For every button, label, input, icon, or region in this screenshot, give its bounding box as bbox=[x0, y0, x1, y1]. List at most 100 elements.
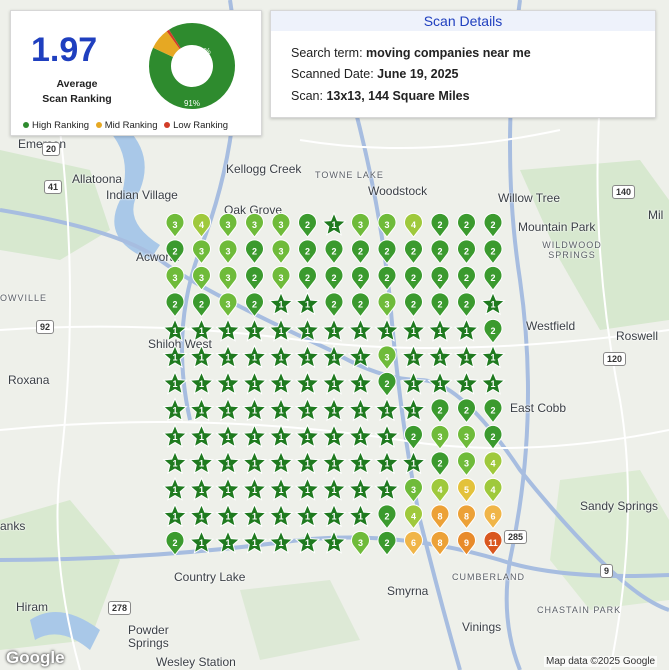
grid-pin[interactable]: 1 bbox=[294, 344, 321, 369]
grid-pin[interactable]: 2 bbox=[245, 239, 264, 265]
grid-pin[interactable]: 1 bbox=[241, 423, 268, 448]
grid-pin[interactable]: 1 bbox=[241, 503, 268, 528]
grid-pin[interactable]: 2 bbox=[298, 265, 317, 291]
grid-pin[interactable]: 1 bbox=[321, 317, 347, 342]
grid-pin[interactable]: 2 bbox=[324, 239, 344, 265]
grid-pin[interactable]: 1 bbox=[321, 370, 347, 395]
grid-pin[interactable]: 2 bbox=[457, 398, 476, 424]
grid-pin[interactable]: 3 bbox=[271, 265, 291, 291]
grid-pin[interactable]: 2 bbox=[165, 239, 185, 265]
grid-pin[interactable]: 2 bbox=[430, 265, 450, 291]
grid-pin[interactable]: 1 bbox=[480, 370, 506, 395]
grid-pin[interactable]: 3 bbox=[351, 530, 370, 556]
grid-pin[interactable]: 1 bbox=[162, 344, 188, 369]
grid-pin[interactable]: 1 bbox=[268, 503, 294, 528]
grid-pin[interactable]: 3 bbox=[457, 451, 476, 477]
grid-pin[interactable]: 1 bbox=[453, 344, 480, 369]
grid-pin[interactable]: 1 bbox=[188, 450, 215, 475]
grid-pin[interactable]: 1 bbox=[215, 397, 241, 422]
grid-pin[interactable]: 2 bbox=[483, 212, 503, 238]
grid-pin[interactable]: 1 bbox=[241, 450, 268, 475]
grid-pin[interactable]: 3 bbox=[218, 292, 238, 318]
grid-pin[interactable]: 1 bbox=[400, 370, 427, 395]
grid-pin[interactable]: 2 bbox=[245, 265, 264, 291]
grid-pin[interactable]: 1 bbox=[480, 344, 506, 369]
grid-pin[interactable]: 2 bbox=[377, 239, 397, 265]
grid-pin[interactable]: 2 bbox=[404, 265, 423, 291]
grid-pin[interactable]: 1 bbox=[294, 370, 321, 395]
grid-pin[interactable]: 4 bbox=[404, 212, 423, 238]
grid-pin[interactable]: 2 bbox=[192, 292, 211, 318]
grid-pin[interactable]: 3 bbox=[245, 212, 264, 238]
grid-pin[interactable]: 2 bbox=[165, 530, 185, 556]
grid-pin[interactable]: 1 bbox=[453, 317, 480, 342]
grid-pin[interactable]: 4 bbox=[192, 212, 211, 238]
grid-pin[interactable]: 1 bbox=[188, 317, 215, 342]
grid-pin[interactable]: 3 bbox=[165, 265, 185, 291]
grid-pin[interactable]: 2 bbox=[430, 239, 450, 265]
grid-pin[interactable]: 1 bbox=[294, 317, 321, 342]
grid-pin[interactable]: 1 bbox=[162, 370, 188, 395]
grid-pin[interactable]: 1 bbox=[188, 370, 215, 395]
grid-pin[interactable]: 1 bbox=[347, 476, 374, 501]
grid-pin[interactable]: 2 bbox=[298, 212, 317, 238]
grid-pin[interactable]: 1 bbox=[400, 344, 427, 369]
grid-pin[interactable]: 1 bbox=[321, 397, 347, 422]
grid-pin[interactable]: 1 bbox=[241, 370, 268, 395]
grid-pin[interactable]: 1 bbox=[215, 423, 241, 448]
grid-pin[interactable]: 1 bbox=[188, 397, 215, 422]
grid-pin[interactable]: 1 bbox=[162, 423, 188, 448]
grid-pin[interactable]: 1 bbox=[162, 317, 188, 342]
grid-pin[interactable]: 1 bbox=[480, 291, 506, 316]
grid-pin[interactable]: 1 bbox=[241, 529, 268, 554]
grid-pin[interactable]: 1 bbox=[215, 370, 241, 395]
grid-pin[interactable]: 1 bbox=[241, 476, 268, 501]
grid-pin[interactable]: 3 bbox=[377, 212, 397, 238]
grid-pin[interactable]: 1 bbox=[241, 344, 268, 369]
google-logo[interactable]: Google bbox=[6, 648, 65, 668]
grid-pin[interactable]: 1 bbox=[215, 503, 241, 528]
grid-pin[interactable]: 1 bbox=[347, 503, 374, 528]
grid-pin[interactable]: 1 bbox=[215, 476, 241, 501]
grid-pin[interactable]: 8 bbox=[457, 504, 476, 530]
grid-pin[interactable]: 1 bbox=[294, 529, 321, 554]
grid-pin[interactable]: 1 bbox=[347, 344, 374, 369]
grid-pin[interactable]: 2 bbox=[324, 292, 344, 318]
grid-pin[interactable]: 1 bbox=[268, 370, 294, 395]
grid-pin[interactable]: 3 bbox=[218, 265, 238, 291]
grid-pin[interactable]: 1 bbox=[453, 370, 480, 395]
grid-pin[interactable]: 1 bbox=[347, 370, 374, 395]
grid-pin[interactable]: 2 bbox=[430, 212, 450, 238]
grid-pin[interactable]: 1 bbox=[162, 450, 188, 475]
grid-pin[interactable]: 1 bbox=[427, 317, 453, 342]
grid-pin[interactable]: 1 bbox=[347, 397, 374, 422]
grid-pin[interactable]: 1 bbox=[188, 476, 215, 501]
grid-pin[interactable]: 6 bbox=[404, 530, 423, 556]
grid-pin[interactable]: 3 bbox=[457, 424, 476, 450]
grid-pin[interactable]: 2 bbox=[377, 265, 397, 291]
grid-pin[interactable]: 1 bbox=[321, 211, 347, 236]
grid-pin[interactable]: 1 bbox=[268, 423, 294, 448]
grid-pin[interactable]: 1 bbox=[321, 529, 347, 554]
grid-pin[interactable]: 4 bbox=[430, 477, 450, 503]
grid-pin[interactable]: 1 bbox=[294, 397, 321, 422]
grid-pin[interactable]: 1 bbox=[188, 344, 215, 369]
grid-pin[interactable]: 1 bbox=[294, 423, 321, 448]
grid-pin[interactable]: 6 bbox=[483, 504, 503, 530]
grid-pin[interactable]: 2 bbox=[404, 292, 423, 318]
grid-pin[interactable]: 1 bbox=[188, 423, 215, 448]
grid-pin[interactable]: 11 bbox=[483, 530, 503, 556]
grid-pin[interactable]: 1 bbox=[268, 397, 294, 422]
grid-pin[interactable]: 2 bbox=[457, 265, 476, 291]
grid-pin[interactable]: 4 bbox=[483, 477, 503, 503]
grid-pin[interactable]: 3 bbox=[430, 424, 450, 450]
grid-pin[interactable]: 1 bbox=[374, 317, 400, 342]
grid-pin[interactable]: 2 bbox=[483, 239, 503, 265]
grid-pin[interactable]: 1 bbox=[294, 450, 321, 475]
grid-pin[interactable]: 2 bbox=[483, 398, 503, 424]
grid-pin[interactable]: 2 bbox=[377, 530, 397, 556]
grid-pin[interactable]: 8 bbox=[430, 530, 450, 556]
grid-pin[interactable]: 2 bbox=[483, 265, 503, 291]
grid-pin[interactable]: 1 bbox=[162, 476, 188, 501]
grid-pin[interactable]: 1 bbox=[241, 397, 268, 422]
